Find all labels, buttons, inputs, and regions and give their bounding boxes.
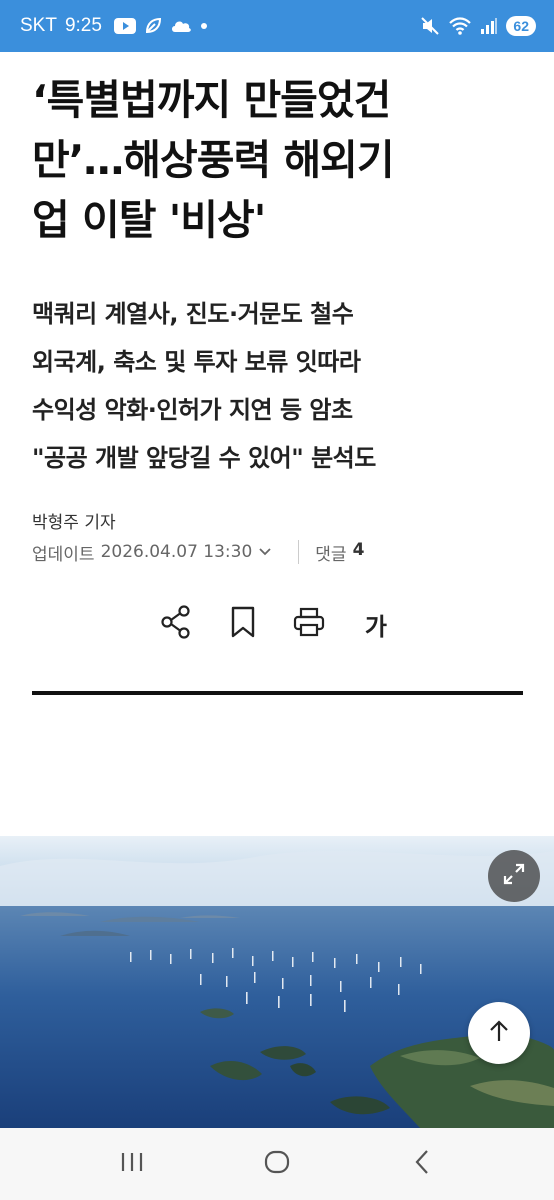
share-button[interactable]	[156, 604, 196, 644]
comments-link[interactable]: 댓글 4	[315, 540, 364, 565]
scroll-to-top-button[interactable]	[468, 1002, 530, 1064]
bookmark-button[interactable]	[223, 604, 263, 644]
update-time-toggle[interactable]: 업데이트 2026.04.07 13:30	[32, 540, 272, 565]
article-headline: ‘특별법까지 만들었건 만’…해상풍력 해외기 업 이탈 '비상'	[32, 70, 512, 250]
print-button[interactable]	[289, 604, 329, 644]
chevron-down-icon	[258, 542, 272, 562]
back-icon	[412, 1148, 432, 1180]
headline-line: 업 이탈 '비상'	[32, 196, 266, 244]
notification-dot-icon	[200, 22, 208, 30]
reporter-byline[interactable]: 박형주 기자	[32, 508, 116, 533]
comments-label: 댓글	[315, 544, 347, 565]
headline-line: ‘특별법까지 만들었건	[32, 76, 391, 124]
home-button[interactable]	[247, 1134, 307, 1194]
home-icon	[263, 1148, 291, 1180]
clock: 9:25	[64, 15, 102, 36]
subtitle-line: "공공 개발 앞당길 수 있어" 분석도	[32, 444, 376, 472]
print-icon	[293, 607, 325, 641]
status-bar: SKT 9:25 62	[0, 0, 554, 52]
subtitle-line: 외국계, 축소 및 투자 보류 잇따라	[32, 348, 361, 376]
wifi-icon	[448, 16, 472, 36]
signal-icon	[480, 17, 498, 35]
comments-count: 4	[352, 539, 365, 560]
cloud-icon	[170, 19, 192, 33]
expand-icon	[501, 861, 527, 891]
article-subtitle: 맥쿼리 계열사, 진도·거문도 철수 외국계, 축소 및 투자 보류 잇따라 수…	[32, 290, 522, 482]
meta-divider	[298, 540, 300, 564]
leaf-icon	[144, 17, 162, 35]
battery-indicator: 62	[506, 16, 536, 36]
subtitle-line: 수익성 악화·인허가 지연 등 암초	[32, 396, 353, 424]
mute-icon	[420, 16, 440, 36]
youtube-icon	[113, 18, 136, 34]
update-label: 업데이트	[32, 544, 95, 565]
recent-apps-icon	[119, 1150, 145, 1178]
section-divider	[32, 691, 523, 695]
expand-photo-button[interactable]	[488, 850, 540, 902]
font-size-label: 가	[364, 612, 388, 641]
update-time: 2026.04.07 13:30	[100, 542, 253, 562]
article-meta: 업데이트 2026.04.07 13:30 댓글 4	[32, 540, 364, 565]
arrow-up-icon	[485, 1017, 513, 1049]
carrier-label: SKT	[20, 15, 57, 36]
recent-apps-button[interactable]	[102, 1134, 162, 1194]
article-photo[interactable]	[0, 836, 554, 1128]
bookmark-icon	[230, 606, 256, 642]
article-toolbar: 가	[156, 604, 396, 644]
back-button[interactable]	[392, 1134, 452, 1194]
headline-line: 만’…해상풍력 해외기	[32, 136, 395, 184]
system-nav-bar	[0, 1128, 554, 1200]
share-icon	[160, 605, 192, 643]
subtitle-line: 맥쿼리 계열사, 진도·거문도 철수	[32, 300, 354, 328]
font-size-button[interactable]: 가	[356, 604, 396, 644]
